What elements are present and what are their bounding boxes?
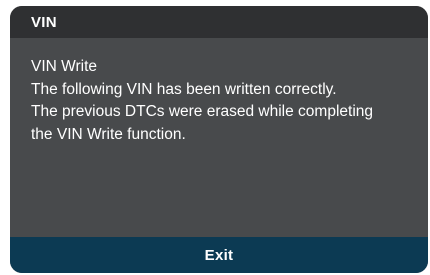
dialog-message: VIN Write The following VIN has been wri… — [10, 38, 428, 146]
message-heading: VIN Write — [31, 58, 98, 75]
exit-button-label: Exit — [204, 246, 234, 264]
message-line: The previous DTCs were erased while comp… — [31, 103, 374, 120]
dialog-titlebar: VIN — [10, 6, 428, 38]
dialog-title: VIN — [31, 13, 57, 31]
message-line: the VIN Write function. — [31, 125, 186, 143]
vin-dialog: VIN VIN Write The following VIN has been… — [10, 6, 428, 273]
message-line: The following VIN has been written corre… — [31, 80, 337, 98]
exit-button[interactable]: Exit — [10, 237, 428, 273]
